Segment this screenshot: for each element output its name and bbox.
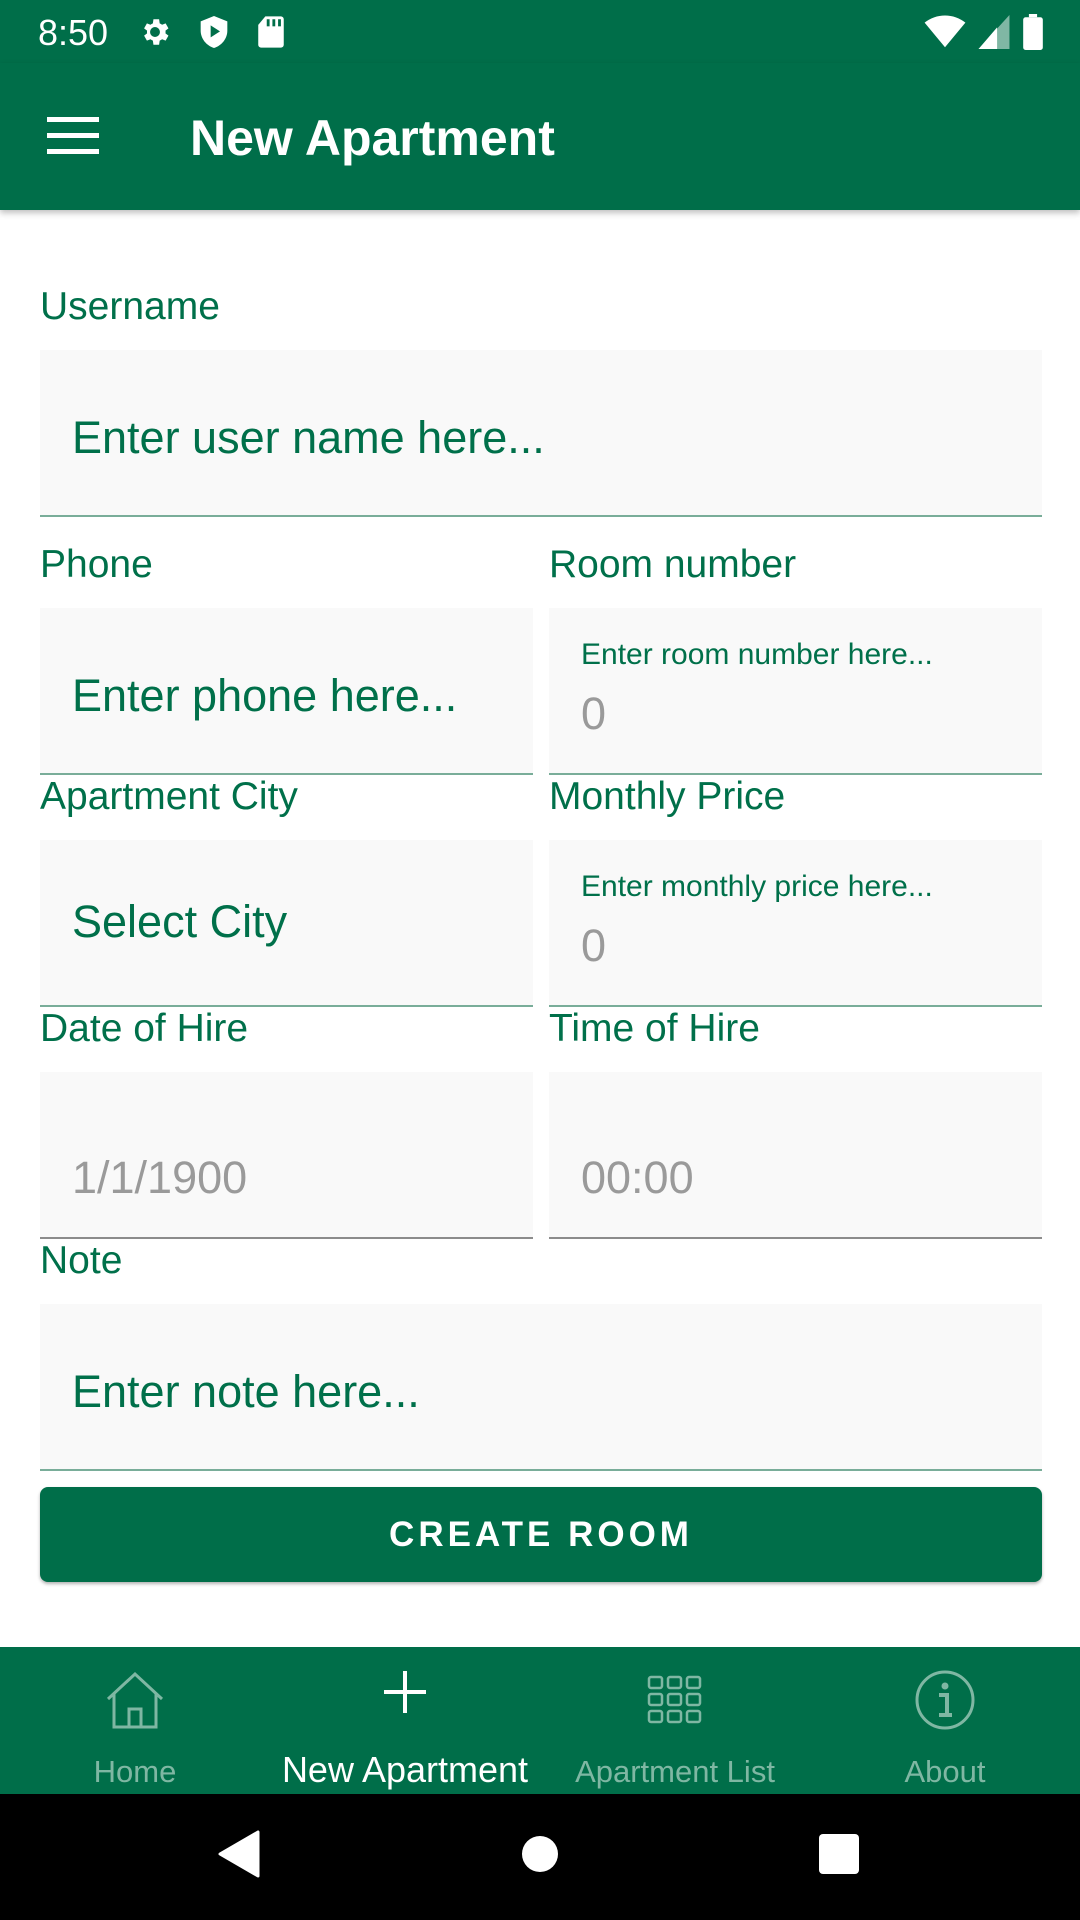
system-navigation-bar	[0, 1794, 1080, 1920]
note-label: Note	[40, 1239, 123, 1282]
monthly-price-input[interactable]: Enter monthly price here... 0	[549, 840, 1042, 1007]
nav-label-new-apartment: New Apartment	[281, 1749, 529, 1790]
nav-label-about: About	[904, 1754, 986, 1789]
phone-input[interactable]: Enter phone here...	[40, 608, 533, 775]
monthly-price-value: 0	[581, 920, 607, 971]
signal-icon	[978, 15, 1010, 49]
time-of-hire-label: Time of Hire	[549, 1007, 760, 1050]
monthly-price-hint: Enter monthly price here...	[581, 870, 933, 903]
wifi-icon	[924, 15, 966, 48]
time-of-hire-field[interactable]: 00:00	[549, 1072, 1042, 1239]
page-title: New Apartment	[190, 110, 555, 166]
recents-icon[interactable]	[818, 1830, 860, 1878]
plus-icon	[384, 1671, 426, 1713]
hamburger-menu-icon	[47, 117, 99, 154]
date-of-hire-label: Date of Hire	[40, 1007, 249, 1050]
city-selected-value: Select City	[72, 896, 288, 947]
phone-placeholder: Enter phone here...	[72, 670, 458, 721]
shield-play-icon	[200, 16, 228, 48]
nav-label-apartment-list: Apartment List	[575, 1754, 775, 1789]
home-icon	[106, 1671, 164, 1729]
apartment-city-label: Apartment City	[40, 775, 298, 818]
note-placeholder: Enter note here...	[72, 1366, 420, 1417]
status-time: 8:50	[38, 12, 109, 53]
bottom-navigation: Home New Apartment Apartment List About	[0, 1647, 1080, 1794]
username-label: Username	[40, 285, 220, 328]
status-bar: 8:50	[0, 0, 1080, 63]
nav-item-home[interactable]: Home	[0, 1647, 270, 1794]
monthly-price-label: Monthly Price	[549, 775, 786, 818]
create-room-button[interactable]: CREATE ROOM	[40, 1487, 1042, 1582]
username-placeholder: Enter user name here...	[72, 412, 545, 463]
city-select[interactable]: Select City	[40, 840, 533, 1007]
room-number-hint: Enter room number here...	[581, 638, 933, 671]
nav-item-about[interactable]: About	[810, 1647, 1080, 1794]
nav-label-home: Home	[93, 1754, 177, 1789]
app-bar: New Apartment	[0, 63, 1080, 210]
nav-item-apartment-list[interactable]: Apartment List	[540, 1647, 810, 1794]
grid-icon	[647, 1675, 702, 1724]
room-number-label: Room number	[549, 543, 797, 586]
time-of-hire-value: 00:00	[581, 1152, 694, 1203]
gear-icon	[144, 19, 169, 45]
room-number-value: 0	[581, 688, 607, 739]
info-icon	[915, 1670, 975, 1730]
sd-card-icon	[258, 16, 284, 48]
menu-button[interactable]	[36, 108, 110, 164]
date-of-hire-field[interactable]: 1/1/1900	[40, 1072, 533, 1239]
date-of-hire-value: 1/1/1900	[72, 1152, 248, 1203]
nav-item-new-apartment[interactable]: New Apartment	[270, 1647, 540, 1794]
note-input[interactable]: Enter note here...	[40, 1304, 1042, 1471]
home-circle-icon[interactable]	[520, 1830, 560, 1878]
back-icon[interactable]	[218, 1830, 260, 1878]
phone-label: Phone	[40, 543, 153, 586]
battery-icon	[1023, 14, 1043, 50]
room-number-input[interactable]: Enter room number here... 0	[549, 608, 1042, 775]
username-input[interactable]: Enter user name here...	[40, 350, 1042, 517]
